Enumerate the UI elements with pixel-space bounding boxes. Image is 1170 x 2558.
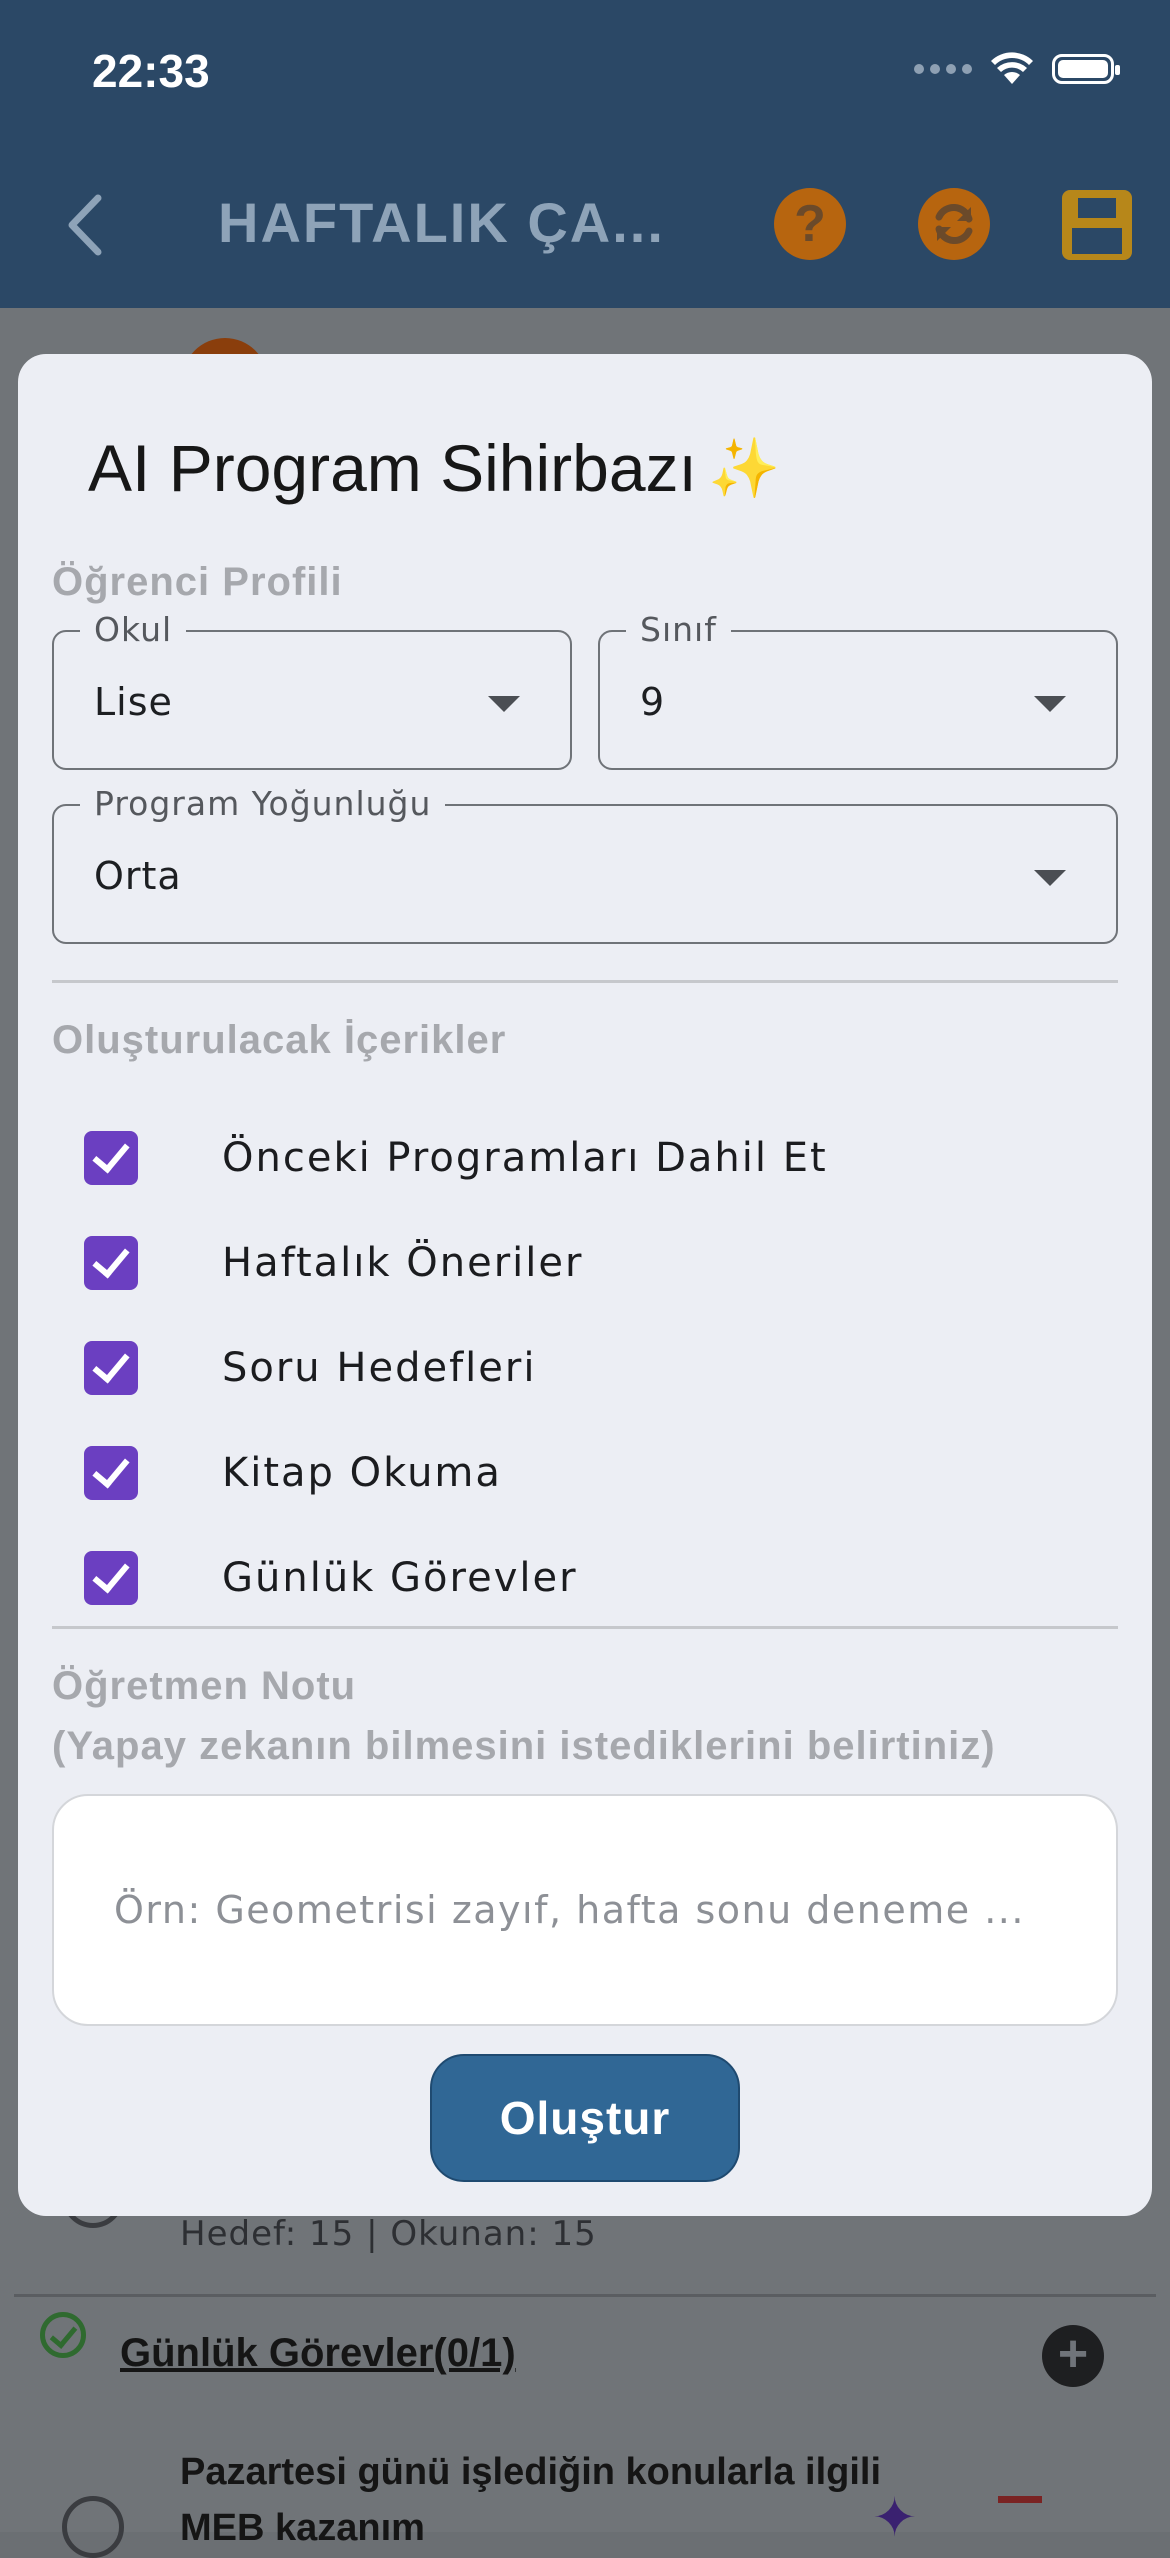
checkbox-label: Önceki Programları Dahil Et bbox=[222, 1135, 828, 1181]
intensity-label: Program Yoğunluğu bbox=[80, 784, 446, 823]
divider bbox=[52, 980, 1118, 983]
wifi-icon bbox=[991, 52, 1033, 84]
signal-icon bbox=[914, 64, 972, 74]
trash-icon[interactable] bbox=[998, 2496, 1042, 2543]
app-header: 22:33 HAFTALIK ÇA... ? bbox=[0, 0, 1170, 308]
ai-program-wizard-dialog: AI Program Sihirbazı ✨ Öğrenci Profili O… bbox=[18, 354, 1152, 2216]
dropdown-arrow-icon bbox=[488, 696, 520, 712]
teacher-note-label: Öğretmen Notu bbox=[52, 1664, 357, 1708]
battery-icon bbox=[1052, 54, 1120, 84]
sparkles-icon: ✨ bbox=[708, 434, 781, 502]
student-profile-label: Öğrenci Profili bbox=[52, 560, 343, 604]
checkbox-daily-tasks[interactable]: Günlük Görevler bbox=[84, 1538, 578, 1618]
checkbox-label: Kitap Okuma bbox=[222, 1450, 502, 1496]
dialog-title: AI Program Sihirbazı bbox=[88, 431, 697, 505]
checkbox-weekly-suggestions[interactable]: Haftalık Öneriler bbox=[84, 1223, 583, 1303]
checkbox-checked-icon[interactable] bbox=[84, 1131, 138, 1185]
grade-value: 9 bbox=[640, 680, 666, 724]
help-glyph: ? bbox=[794, 195, 826, 253]
grade-dropdown[interactable]: Sınıf 9 bbox=[598, 610, 1118, 770]
divider bbox=[52, 1626, 1118, 1629]
checkbox-previous-programs[interactable]: Önceki Programları Dahil Et bbox=[84, 1118, 828, 1198]
checkbox-label: Haftalık Öneriler bbox=[222, 1240, 584, 1286]
checkbox-checked-icon[interactable] bbox=[84, 1446, 138, 1500]
school-label: Okul bbox=[80, 610, 187, 649]
contents-label: Oluşturulacak İçerikler bbox=[52, 1018, 507, 1062]
back-chevron-icon[interactable] bbox=[60, 190, 110, 260]
ai-sparkle-icon[interactable]: ✦ bbox=[872, 2486, 917, 2549]
checkbox-book-reading[interactable]: Kitap Okuma bbox=[84, 1433, 502, 1513]
status-time: 22:33 bbox=[92, 45, 210, 97]
radio-icon[interactable] bbox=[62, 2496, 124, 2558]
intensity-dropdown[interactable]: Program Yoğunluğu Orta bbox=[52, 784, 1118, 944]
divider bbox=[14, 2294, 1156, 2297]
school-dropdown[interactable]: Okul Lise bbox=[52, 610, 572, 770]
sync-icon[interactable] bbox=[918, 188, 990, 260]
dropdown-arrow-icon bbox=[1034, 870, 1066, 886]
intensity-value: Orta bbox=[94, 854, 182, 898]
help-icon[interactable]: ? bbox=[774, 188, 846, 260]
daily-tasks-title[interactable]: Günlük Görevler(0/1) bbox=[120, 2331, 516, 2376]
checkbox-checked-icon[interactable] bbox=[84, 1551, 138, 1605]
create-button[interactable]: Oluştur bbox=[430, 2054, 740, 2182]
school-value: Lise bbox=[94, 680, 173, 724]
teacher-note-input[interactable]: Örn: Geometrisi zayıf, hafta sonu deneme… bbox=[52, 1794, 1118, 2026]
page-title: HAFTALIK ÇA... bbox=[218, 191, 665, 254]
checkbox-label: Soru Hedefleri bbox=[222, 1345, 537, 1391]
sync-arrows-icon bbox=[935, 204, 973, 244]
status-icons bbox=[914, 52, 1120, 86]
save-icon[interactable] bbox=[1062, 190, 1132, 260]
checkbox-label: Günlük Görevler bbox=[222, 1555, 578, 1601]
checkbox-checked-icon[interactable] bbox=[84, 1236, 138, 1290]
dropdown-arrow-icon bbox=[1034, 696, 1066, 712]
reading-target-text: Hedef: 15 | Okunan: 15 bbox=[180, 2214, 597, 2254]
checkbox-checked-icon[interactable] bbox=[84, 1341, 138, 1395]
grade-label: Sınıf bbox=[626, 610, 731, 649]
note-placeholder: Örn: Geometrisi zayıf, hafta sonu deneme… bbox=[114, 1888, 1025, 1932]
teacher-note-hint: (Yapay zekanın bilmesini istediklerini b… bbox=[52, 1724, 996, 1768]
task-text: Pazartesi günü işlediğin konularla ilgil… bbox=[180, 2451, 882, 2549]
checkbox-question-goals[interactable]: Soru Hedefleri bbox=[84, 1328, 536, 1408]
plus-icon: + bbox=[1057, 2325, 1089, 2383]
check-circle-icon bbox=[40, 2312, 86, 2358]
add-task-button[interactable]: + bbox=[1042, 2325, 1104, 2387]
